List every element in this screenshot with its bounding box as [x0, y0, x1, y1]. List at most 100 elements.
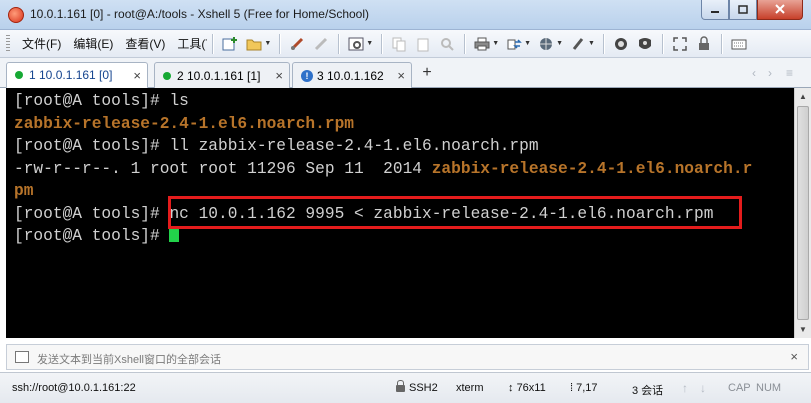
- disconnect-icon[interactable]: [312, 35, 330, 53]
- num-lock-indicator: NUM: [756, 382, 782, 394]
- toolbar-separator: [338, 33, 340, 54]
- status-bar: ssh://root@10.0.1.161:22 SSH2 xterm ↕ 76…: [0, 372, 811, 403]
- tab-label: 1 10.0.1.161 [0]: [29, 68, 113, 82]
- properties-icon[interactable]: [347, 35, 365, 53]
- toolbar-separator: [720, 33, 722, 54]
- maximize-icon: [738, 4, 748, 14]
- tab-session-3[interactable]: ! 3 10.0.1.162 ×: [292, 62, 412, 88]
- paste-icon[interactable]: [414, 35, 432, 53]
- terminal-cursor: [169, 228, 180, 242]
- toolbar-separator: [212, 33, 214, 54]
- prompt: [root@A tools]#: [14, 137, 170, 155]
- menu-view[interactable]: 查看(V): [119, 30, 171, 58]
- connected-status-icon: [15, 71, 23, 79]
- lock-icon[interactable]: [695, 35, 713, 53]
- output-text: -rw-r--r--. 1 root root 11296 Sep 11 201…: [14, 159, 432, 178]
- output-filename: pm: [14, 182, 34, 200]
- output-filename: zabbix-release-2.4-1.el6.noarch.r: [431, 159, 753, 178]
- scroll-down-icon[interactable]: ▼: [795, 321, 811, 338]
- menu-toolbar: 文件(F) 编辑(E) 查看(V) 工具(T) ▼ ▼ ▼ ▼ ▼: [0, 30, 811, 58]
- toolbar-separator: [661, 33, 663, 54]
- toolbar-grip[interactable]: [6, 34, 10, 53]
- print-icon[interactable]: [473, 35, 491, 53]
- menu-edit[interactable]: 编辑(E): [67, 30, 119, 58]
- title-bar: 10.0.1.161 [0] - root@A:/tools - Xshell …: [0, 0, 811, 30]
- transfer-icon[interactable]: [505, 35, 523, 53]
- tab-close-icon[interactable]: ×: [275, 68, 283, 83]
- terminal-line: pm: [14, 180, 794, 203]
- find-icon[interactable]: [438, 35, 456, 53]
- tab-session-2[interactable]: 2 10.0.1.161 [1] ×: [154, 62, 290, 88]
- arrow-up-icon: ↑: [682, 381, 688, 395]
- globe-icon[interactable]: [537, 35, 555, 53]
- terminal-type: xterm: [456, 382, 484, 394]
- new-session-icon[interactable]: [221, 35, 239, 53]
- connected-status-icon: [163, 71, 171, 80]
- chevron-down-icon[interactable]: ▼: [524, 40, 531, 47]
- highlight-icon[interactable]: [569, 35, 587, 53]
- prompt: [root@A tools]#: [14, 204, 170, 223]
- scrollbar-thumb[interactable]: [797, 106, 809, 320]
- terminal-line: [root@A tools]# nc 10.0.1.162 9995 < zab…: [14, 203, 794, 226]
- window-title: 10.0.1.161 [0] - root@A:/tools - Xshell …: [30, 7, 369, 21]
- open-folder-icon[interactable]: [245, 35, 263, 53]
- minimize-icon: [711, 10, 719, 13]
- prompt: [root@A tools]#: [14, 227, 170, 245]
- terminal-line: zabbix-release-2.4-1.el6.noarch.rpm: [14, 113, 794, 136]
- warning-status-icon: !: [301, 69, 313, 82]
- terminal-size: ↕ 76x11: [508, 382, 546, 394]
- terminal-line: [root@A tools]# ll zabbix-release-2.4-1.…: [14, 135, 794, 158]
- prompt: [root@A tools]#: [14, 92, 170, 110]
- tab-label: 2 10.0.1.161 [1]: [177, 68, 261, 83]
- toolbar-separator: [381, 33, 383, 54]
- chevron-down-icon[interactable]: ▼: [264, 40, 271, 47]
- toolbar-separator: [602, 33, 604, 54]
- terminal-line: [root@A tools]#: [14, 225, 794, 248]
- tab-scroll-left-icon[interactable]: ‹: [752, 66, 756, 80]
- chevron-down-icon[interactable]: ▼: [588, 40, 595, 47]
- compose-bar[interactable]: 发送文本到当前Xshell窗口的全部会话 ×: [6, 344, 809, 370]
- tab-close-icon[interactable]: ×: [397, 68, 405, 83]
- terminal-area[interactable]: [root@A tools]# ls zabbix-release-2.4-1.…: [6, 88, 794, 338]
- command: ls: [169, 92, 189, 110]
- chevron-down-icon[interactable]: ▼: [556, 40, 563, 47]
- xmanager-icon[interactable]: [636, 35, 654, 53]
- compose-menu-icon[interactable]: [15, 351, 29, 363]
- reconnect-icon[interactable]: [288, 35, 306, 53]
- session-count: 3 会话: [632, 385, 664, 397]
- resize-icon: ↕: [508, 382, 517, 394]
- session-tab-bar: 1 10.0.1.161 [0] × 2 10.0.1.161 [1] × ! …: [0, 58, 811, 89]
- output-filename: zabbix-release-2.4-1.el6.noarch.rpm: [14, 114, 354, 133]
- keyboard-icon[interactable]: [730, 35, 748, 53]
- add-tab-button[interactable]: +: [416, 62, 438, 86]
- close-icon: [775, 4, 785, 14]
- toolbar-separator: [279, 33, 281, 54]
- tab-label: 3 10.0.1.162: [317, 68, 384, 83]
- terminal-line: [root@A tools]# ls: [14, 90, 794, 113]
- chevron-down-icon[interactable]: ▼: [366, 40, 373, 47]
- scroll-up-icon[interactable]: ▲: [795, 88, 811, 105]
- compose-placeholder[interactable]: 发送文本到当前Xshell窗口的全部会话: [37, 351, 221, 367]
- xftp-icon[interactable]: [612, 35, 630, 53]
- menu-file[interactable]: 文件(F): [16, 30, 67, 58]
- maximize-button[interactable]: [729, 0, 757, 20]
- tab-menu-icon[interactable]: ≡: [786, 66, 793, 80]
- chevron-down-icon[interactable]: ▼: [492, 40, 499, 47]
- tab-session-1[interactable]: 1 10.0.1.161 [0] ×: [6, 62, 148, 89]
- terminal-scrollbar[interactable]: ▲ ▼: [794, 88, 811, 338]
- protocol-label: SSH2: [409, 382, 438, 394]
- arrow-down-icon: ↓: [700, 381, 706, 395]
- minimize-button[interactable]: [701, 0, 729, 20]
- close-icon[interactable]: ×: [790, 349, 798, 364]
- copy-icon[interactable]: [390, 35, 408, 53]
- fullscreen-icon[interactable]: [671, 35, 689, 53]
- tab-close-icon[interactable]: ×: [133, 68, 141, 83]
- tab-scroll-right-icon[interactable]: ›: [768, 66, 772, 80]
- close-window-button[interactable]: [757, 0, 803, 20]
- menu-tools[interactable]: 工具(T): [171, 30, 207, 58]
- protocol-status: SSH2: [396, 380, 438, 394]
- size-label: 76x11: [516, 382, 546, 394]
- terminal-line: -rw-r--r--. 1 root root 11296 Sep 11 201…: [14, 158, 794, 181]
- toolbar-separator: [464, 33, 466, 54]
- command: ll zabbix-release-2.4-1.el6.noarch.rpm: [169, 137, 539, 155]
